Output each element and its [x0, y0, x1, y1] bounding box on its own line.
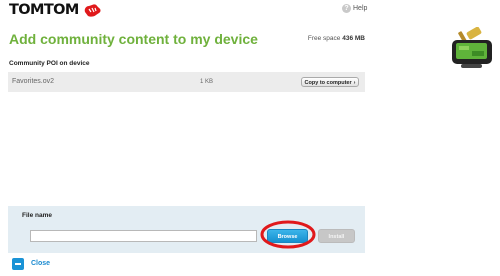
poi-file-size: 1 KB — [200, 79, 214, 85]
section-label: Community POI on device — [9, 60, 90, 67]
minus-icon — [15, 263, 21, 265]
help-link[interactable]: ? Help — [342, 4, 367, 13]
close-link[interactable]: Close — [31, 260, 50, 267]
tomtom-logo: TOMTOM — [9, 2, 79, 18]
free-space-label: Free space — [307, 35, 341, 42]
list-item: Favorites.ov2 1 KB Copy to computer › — [8, 72, 365, 92]
free-space-value: 436 MB — [342, 35, 365, 42]
chevron-right-icon: › — [353, 80, 356, 86]
tomtom-hand-logo-icon — [84, 4, 101, 17]
navigation-device-icon — [452, 27, 492, 68]
file-name-label: File name — [22, 212, 52, 219]
copy-to-computer-button[interactable]: Copy to computer › — [301, 77, 359, 87]
install-button: Install — [318, 229, 355, 243]
file-name-input[interactable] — [30, 230, 257, 242]
close-button[interactable] — [12, 258, 24, 270]
red-circle-highlight — [260, 220, 316, 249]
page-title: Add community content to my device — [9, 31, 258, 47]
free-space-info: Free space 436 MB — [308, 35, 365, 42]
copy-to-computer-label: Copy to computer — [304, 80, 352, 86]
help-label: Help — [353, 5, 368, 12]
poi-file-name: Favorites.ov2 — [12, 78, 55, 85]
question-mark-icon: ? — [342, 4, 351, 13]
